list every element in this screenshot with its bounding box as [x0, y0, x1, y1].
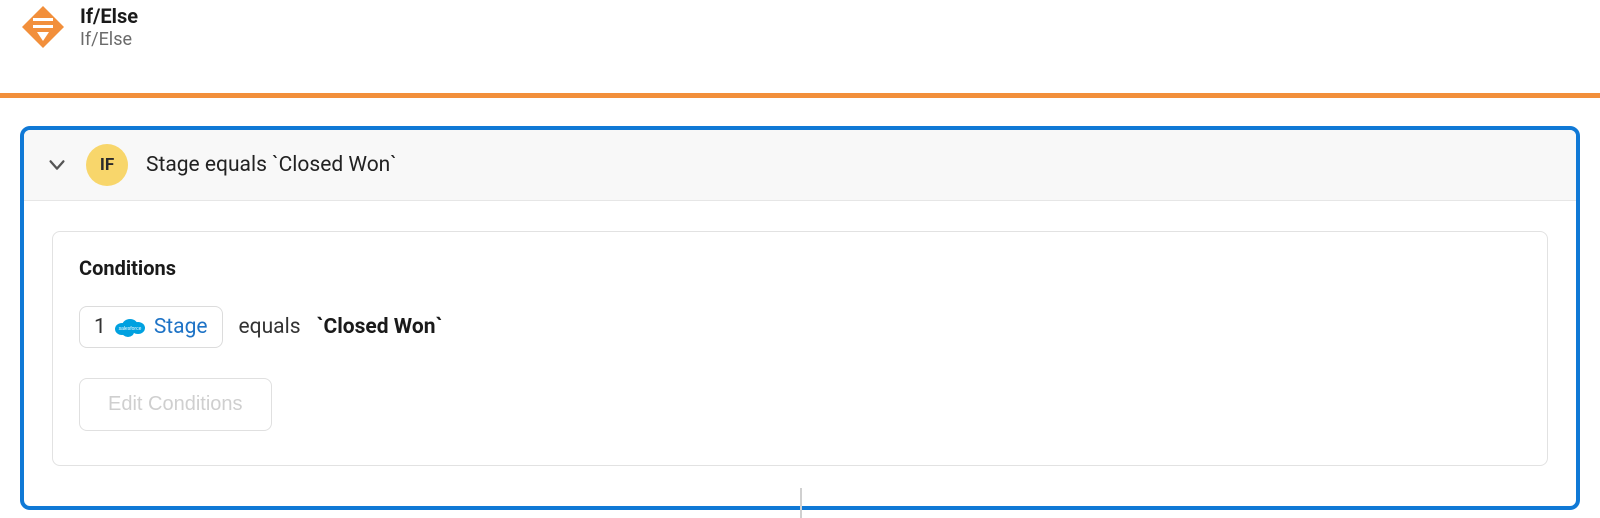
condition-index: 1: [94, 315, 106, 339]
conditions-title: Conditions: [79, 256, 1521, 280]
edit-conditions-button[interactable]: Edit Conditions: [79, 378, 272, 431]
condition-operator: equals: [239, 315, 301, 339]
node-subtitle: If/Else: [80, 28, 138, 51]
chevron-down-icon: [46, 154, 68, 176]
branch-panel: IF Stage equals `Closed Won` Conditions …: [20, 126, 1580, 510]
if-else-icon: [20, 4, 66, 50]
branch-header[interactable]: IF Stage equals `Closed Won`: [24, 130, 1576, 201]
field-pill[interactable]: 1 salesforce Stage: [79, 306, 223, 348]
salesforce-icon: salesforce: [114, 316, 146, 338]
header-text: If/Else If/Else: [80, 4, 138, 51]
node-title: If/Else: [80, 4, 138, 28]
node-header: If/Else If/Else: [0, 0, 1600, 51]
condition-row: 1 salesforce Stage equals `Closed Won`: [79, 306, 1521, 348]
connector-stub: [800, 488, 802, 518]
branch-summary: Stage equals `Closed Won`: [146, 153, 397, 177]
collapse-toggle[interactable]: [46, 154, 68, 176]
branch-body: Conditions 1 salesforce Stage: [24, 201, 1576, 506]
conditions-box: Conditions 1 salesforce Stage: [52, 231, 1548, 466]
accent-divider: [0, 93, 1600, 98]
svg-text:salesforce: salesforce: [118, 326, 141, 332]
field-name: Stage: [154, 315, 208, 339]
condition-value: `Closed Won`: [317, 315, 443, 339]
if-badge: IF: [86, 144, 128, 186]
